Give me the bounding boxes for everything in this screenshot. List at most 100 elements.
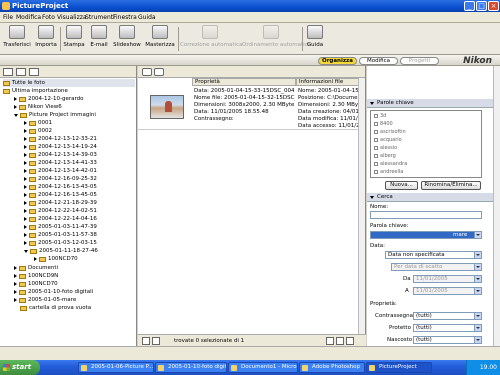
tree-item[interactable]: 2005-01-05-mare [14,296,76,304]
date-type-select[interactable]: Per data di scatto [391,263,482,271]
expand-icon[interactable] [14,298,17,302]
tab-modifica[interactable]: Modifica [359,57,398,65]
tree-item[interactable]: cartella di prova vuota [14,304,91,312]
close-button[interactable]: × [488,1,499,11]
menu-file[interactable]: File [3,14,13,21]
chevron-down-icon[interactable] [474,264,481,270]
tree-item[interactable]: 2004-12-22-14-02-51 [24,207,97,215]
taskbar-item[interactable]: Adobe Photoshop [299,362,365,373]
expand-icon[interactable] [24,161,27,165]
expand-icon[interactable] [24,233,27,237]
expand-icon[interactable] [24,201,27,205]
new-folder-icon[interactable] [3,68,13,76]
tab-progetti[interactable]: Progetti [400,57,439,65]
expand-icon[interactable] [24,129,27,133]
tree-item[interactable]: Documenti [14,264,58,272]
menu-strumenti[interactable]: Strumenti [85,14,115,21]
tree-item[interactable]: 2004-12-16-09-25-32 [24,175,97,183]
chevron-down-icon[interactable] [474,276,481,282]
list-item[interactable]: ascrisoftin [374,129,406,135]
checkbox[interactable] [374,114,378,118]
expand-icon[interactable] [24,209,27,213]
checkbox[interactable] [374,122,378,126]
checkbox[interactable] [374,138,378,142]
detail-view-icon[interactable] [346,337,354,345]
expand-icon[interactable] [34,257,37,261]
minimize-button[interactable]: _ [464,1,475,11]
date-to-input[interactable]: 11/01/2005 [413,287,482,295]
date-from-input[interactable]: 11/01/2005 [413,275,482,283]
list-item[interactable]: 3d [374,113,386,119]
expand-icon[interactable] [14,266,17,270]
burn-button[interactable]: Masterizza [144,25,176,53]
tree-item[interactable]: 2004-12-21-18-29-39 [24,199,97,207]
list-item[interactable]: andreella [374,169,403,175]
expand-icon[interactable] [14,105,17,109]
name-search-input[interactable] [370,211,482,219]
tree-item[interactable]: 100NCD9N [14,272,58,280]
date-filter-select[interactable]: Data non specificata [385,251,482,259]
menu-foto[interactable]: Foto [42,14,55,21]
rename-delete-button[interactable]: Rinomina/Elimina... [421,181,481,190]
menu-modifica[interactable]: Modifica [16,14,41,21]
tab-organizza[interactable]: Organizza [318,57,357,65]
expand-icon[interactable] [24,241,27,245]
list-item[interactable]: alessandra [374,161,407,167]
list-item[interactable]: alessio [374,145,397,151]
vertical-scrollbar[interactable] [358,78,365,334]
tree-item[interactable]: 0002 [24,127,52,135]
menu-guida[interactable]: Guida [138,14,156,21]
thumbnail-view-icon[interactable] [326,337,334,345]
view-icon[interactable] [29,68,39,76]
tree-item[interactable]: Picture Project immagini [14,111,96,119]
help-button[interactable]: Guida [304,25,326,53]
maximize-button[interactable]: □ [476,1,487,11]
expand-icon[interactable] [24,177,27,181]
tree-item[interactable]: 2004-12-13-14-19-24 [24,143,97,151]
zoom-in-icon[interactable] [152,337,160,345]
chevron-down-icon[interactable] [474,232,481,238]
expand-icon[interactable] [24,225,27,229]
protected-filter-select[interactable]: (tutti) [413,324,482,332]
tree-item[interactable]: 2005-01-11-18-27-46 [24,247,98,255]
keyword-select[interactable]: mare [370,231,482,239]
expand-icon[interactable] [24,137,27,141]
rotate-left-icon[interactable] [142,68,152,76]
table-row[interactable]: Data: 2005-01-04-15-33-15DSC_0043 Nome f… [138,86,360,130]
photo-thumbnail[interactable] [150,95,184,119]
new-album-icon[interactable] [16,68,26,76]
auto-correction-button[interactable]: Correzione automatica [180,25,242,53]
chevron-down-icon[interactable] [474,288,481,294]
tree-item[interactable]: 2005-01-10-foto digitali [14,288,93,296]
checkbox[interactable] [374,146,378,150]
transfer-button[interactable]: Trasferisci [2,25,32,53]
tree-item-all-photos[interactable]: Tutte le foto [3,79,135,87]
column-header-file-info[interactable]: Informazioni file [296,78,359,86]
search-section-header[interactable]: Cerca [367,193,493,202]
list-item[interactable]: acquario [374,137,402,143]
tree-item[interactable]: Nikon View6 [14,103,62,111]
expand-icon[interactable] [24,153,27,157]
tree-item[interactable]: 2004-12-10-gerardo [14,95,83,103]
zoom-out-icon[interactable] [142,337,150,345]
email-button[interactable]: E-mail [88,25,110,53]
tree-item[interactable]: 2005-01-03-11-47-39 [24,223,97,231]
expand-icon[interactable] [24,193,27,197]
vertical-scrollbar[interactable] [493,66,500,346]
expand-icon[interactable] [14,282,17,286]
taskbar-item[interactable]: Documento1 - Microsof... [228,362,298,373]
checkbox[interactable] [374,170,378,174]
taskbar-item[interactable]: 2005-01-10-foto digitali [155,362,227,373]
expand-icon[interactable] [24,121,27,125]
import-button[interactable]: Importa [34,25,58,53]
list-view-icon[interactable] [336,337,344,345]
print-button[interactable]: Stampa [62,25,86,53]
taskbar-item[interactable]: 2005-01-06-Picture P... [78,362,154,373]
rotate-right-icon[interactable] [154,68,164,76]
tree-item[interactable]: 2004-12-13-14-41-33 [24,159,97,167]
tree-item[interactable]: 2004-12-13-14-42-01 [24,167,97,175]
keywords-list[interactable]: 3d 8400 ascrisoftin acquario alessio alb… [370,110,482,178]
tree-item[interactable]: 0001 [24,119,52,127]
checkbox[interactable] [374,162,378,166]
tree-item[interactable]: 2004-12-13-14-39-03 [24,151,97,159]
